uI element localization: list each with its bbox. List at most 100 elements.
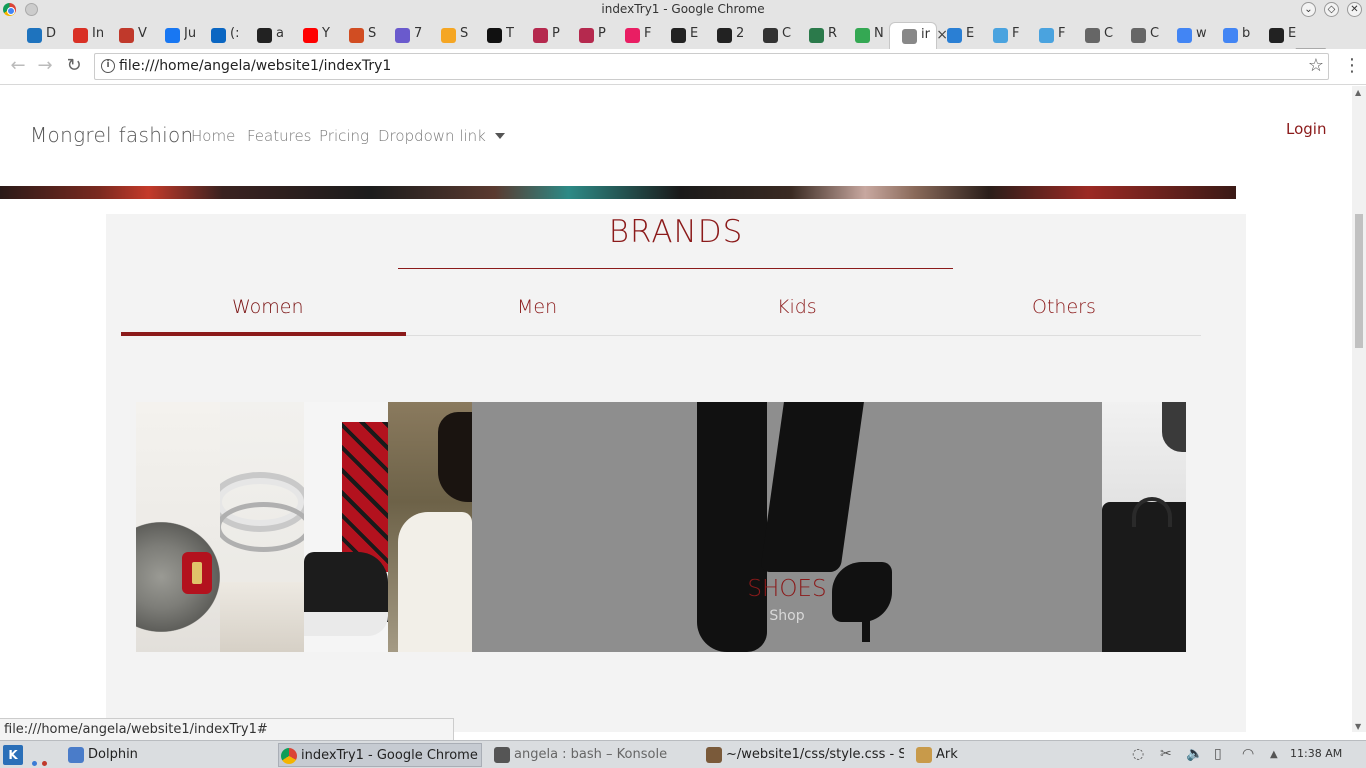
taskbar-item-dolphin[interactable]: Dolphin: [66, 743, 266, 767]
browser-tab[interactable]: V: [107, 22, 153, 49]
volume-icon[interactable]: 🔈: [1186, 746, 1203, 762]
tab-label: P: [598, 26, 606, 41]
wifi-icon[interactable]: ◠: [1242, 746, 1254, 762]
browser-tab[interactable]: 2: [705, 22, 751, 49]
tab-others[interactable]: Others: [1032, 296, 1096, 318]
taskbar-item-ark[interactable]: Ark: [914, 743, 1034, 767]
minimize-button[interactable]: ⌄: [1301, 2, 1316, 17]
tab-label: (:: [230, 26, 240, 41]
page-scrollbar[interactable]: ▲ ▼: [1352, 86, 1366, 732]
ark-icon: [916, 747, 932, 763]
tab-label: In: [92, 26, 104, 41]
tab-label: P: [552, 26, 560, 41]
browser-tab[interactable]: C: [1119, 22, 1165, 49]
tab-label: a: [276, 26, 284, 41]
tab-label: E: [690, 26, 699, 41]
nav-dropdown[interactable]: Dropdown link: [378, 127, 505, 145]
back-button[interactable]: ←: [6, 55, 30, 79]
page-icon: [902, 29, 917, 44]
caret-down-icon: [494, 133, 505, 139]
tab-women[interactable]: Women: [232, 296, 304, 318]
browser-tab[interactable]: F: [1027, 22, 1073, 49]
gallery-slice-bow-shoe[interactable]: [136, 402, 220, 652]
scroll-up-icon[interactable]: ▲: [1355, 88, 1361, 97]
tab-label: F: [1058, 26, 1066, 41]
browser-tab[interactable]: (:: [199, 22, 245, 49]
pager-icon[interactable]: [32, 751, 54, 766]
scrollbar-thumb[interactable]: [1355, 214, 1363, 348]
chrome-menu-icon[interactable]: ⋮: [1343, 55, 1361, 76]
tab-label: Ju: [184, 26, 196, 41]
taskbar-item-editor[interactable]: ~/website1/css/style.css - S: [704, 743, 904, 767]
gallery-slide-shoes[interactable]: SHOES Shop: [472, 402, 1102, 652]
site-brand[interactable]: Mongrel fashion: [30, 123, 194, 147]
nav-features[interactable]: Features: [247, 127, 312, 145]
browser-tab[interactable]: ir ×: [889, 22, 948, 49]
browser-tab[interactable]: a: [245, 22, 291, 49]
browser-tab[interactable]: 7: [383, 22, 429, 49]
gallery-slice-bracelets[interactable]: [220, 402, 304, 652]
bookmark-star-icon[interactable]: ☆: [1308, 55, 1324, 76]
address-bar[interactable]: i file:///home/angela/website1/indexTry1…: [94, 53, 1329, 80]
tab-label: D: [46, 26, 57, 41]
m-icon: [349, 28, 364, 43]
gallery-slice-handbag[interactable]: [1102, 402, 1186, 652]
browser-tab[interactable]: F: [981, 22, 1027, 49]
browser-tab[interactable]: R: [797, 22, 843, 49]
browser-tab[interactable]: P: [521, 22, 567, 49]
codepen-icon: [763, 28, 778, 43]
tab-label: F: [644, 26, 652, 41]
nav-pricing[interactable]: Pricing: [319, 127, 369, 145]
tab-label: Y: [322, 26, 330, 41]
window-title-bar: indexTry1 - Google Chrome ⌄ ◇ ✕: [0, 0, 1366, 20]
browser-tab[interactable]: P: [567, 22, 613, 49]
tab-label: E: [1288, 26, 1297, 41]
taskbar-item-chrome[interactable]: indexTry1 - Google Chrome: [278, 743, 482, 767]
login-link[interactable]: Login: [1286, 120, 1326, 138]
bold-b-icon: [1269, 28, 1284, 43]
gallery-slice-sneakers[interactable]: [304, 402, 388, 652]
tab-men[interactable]: Men: [517, 296, 557, 318]
browser-tab[interactable]: E: [1257, 22, 1303, 49]
taskbar-item-label: Dolphin: [88, 747, 138, 762]
address-bar-url[interactable]: file:///home/angela/website1/indexTry1: [119, 58, 391, 74]
browser-tab[interactable]: Ju: [153, 22, 199, 49]
browser-tab[interactable]: In: [61, 22, 107, 49]
browser-tab[interactable]: C: [751, 22, 797, 49]
document-icon: [1085, 28, 1100, 43]
scroll-down-icon[interactable]: ▼: [1355, 722, 1361, 731]
browser-tab[interactable]: S: [337, 22, 383, 49]
tab-label: E: [966, 26, 975, 41]
gallery-slice-dress[interactable]: [388, 402, 472, 652]
browser-tab[interactable]: C: [1073, 22, 1119, 49]
close-window-button[interactable]: ✕: [1347, 2, 1362, 17]
clipboard-icon[interactable]: ✂: [1160, 746, 1172, 762]
browser-tab[interactable]: E: [935, 22, 981, 49]
browser-tab[interactable]: T: [475, 22, 521, 49]
browser-tab[interactable]: b: [1211, 22, 1257, 49]
application-launcher-icon[interactable]: K: [3, 745, 23, 765]
slide-shop-link[interactable]: Shop: [472, 608, 1102, 624]
browser-tab[interactable]: S: [429, 22, 475, 49]
tray-expand-icon[interactable]: ▲: [1270, 749, 1278, 760]
forward-button[interactable]: →: [33, 55, 57, 79]
site-info-icon[interactable]: i: [101, 59, 115, 73]
taskbar-item-konsole[interactable]: angela : bash – Konsole: [492, 743, 692, 767]
browser-tab[interactable]: w: [1165, 22, 1211, 49]
browser-tab[interactable]: N: [843, 22, 889, 49]
notifications-icon[interactable]: ◌: [1132, 746, 1144, 762]
taskbar-clock[interactable]: 11:38 AM: [1290, 747, 1342, 760]
link-status-bubble: file:///home/angela/website1/indexTry1#: [0, 718, 454, 740]
nav-home[interactable]: Home: [191, 127, 235, 145]
tab-label: N: [874, 26, 884, 41]
tab-label: F: [1012, 26, 1020, 41]
tab-kids[interactable]: Kids: [777, 296, 817, 318]
maximize-button[interactable]: ◇: [1324, 2, 1339, 17]
device-icon[interactable]: ▯: [1214, 746, 1222, 762]
taskbar-item-label: Ark: [936, 747, 958, 762]
browser-tab[interactable]: F: [613, 22, 659, 49]
reload-button[interactable]: ↻: [62, 55, 86, 79]
browser-tab[interactable]: Y: [291, 22, 337, 49]
browser-tab[interactable]: E: [659, 22, 705, 49]
browser-tab[interactable]: D: [15, 22, 61, 49]
